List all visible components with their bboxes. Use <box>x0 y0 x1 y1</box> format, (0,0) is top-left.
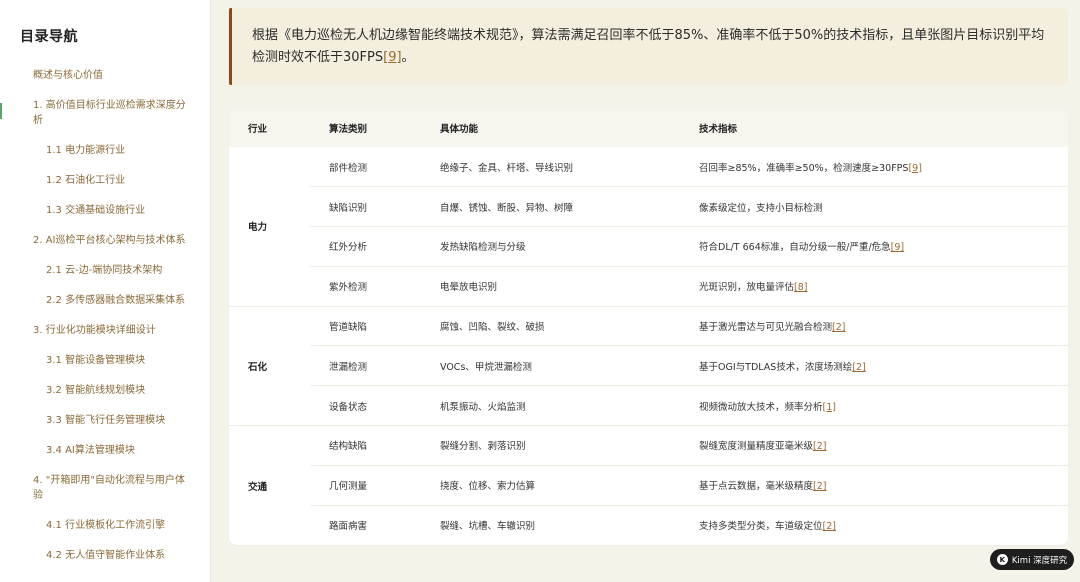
category-cell: 紫外检测 <box>310 266 421 307</box>
callout-quote: 根据《电力巡检无人机边缘智能终端技术规范》，算法需满足召回率不低于85%、准确率… <box>229 8 1068 85</box>
table-row: 泄漏检测 VOCs、甲烷泄漏检测 基于OGI与TDLAS技术，浓度场测绘[2] <box>229 345 1068 387</box>
function-cell: VOCs、甲烷泄漏检测 <box>421 345 680 387</box>
spec-text: 视频微动放大技术，频率分析 <box>699 401 823 413</box>
function-cell: 电晕放电识别 <box>421 266 680 307</box>
industry-cell: 交通 <box>248 481 268 493</box>
table-row: 路面病害 裂缝、坑槽、车辙识别 支持多类型分类，车道级定位[2] <box>229 505 1068 545</box>
citation-link[interactable]: [8] <box>794 282 807 293</box>
table-row: 设备状态 机泵振动、火焰监测 视频微动放大技术，频率分析[1] <box>229 385 1068 427</box>
toc-item[interactable]: 2.1 云-边-端协同技术架构 <box>20 263 210 278</box>
algorithm-table-card: 行业 算法类别 具体功能 技术指标 电力 部件检测 绝缘子、金具、杆塔、导线识别 召回… <box>229 109 1068 545</box>
callout-text: 根据《电力巡检无人机边缘智能终端技术规范》，算法需满足召回率不低于85%、准确率… <box>252 28 1045 65</box>
spec-text: 基于OGI与TDLAS技术，浓度场测绘 <box>699 361 853 373</box>
category-cell: 设备状态 <box>310 385 421 427</box>
citation-link[interactable]: [2] <box>813 481 826 492</box>
spec-cell: 基于OGI与TDLAS技术，浓度场测绘[2] <box>680 345 1068 387</box>
spec-text: 光斑识别，放电量评估 <box>699 282 795 294</box>
toc-item[interactable]: 概述与核心价值 <box>20 68 210 83</box>
callout-citation-link[interactable]: [9] <box>383 50 401 65</box>
table-row: 紫外检测 电晕放电识别 光斑识别，放电量评估[8] <box>229 266 1068 307</box>
toc-item[interactable]: 1. 高价值目标行业巡检需求深度分析 <box>20 98 210 128</box>
table-body: 电力 部件检测 绝缘子、金具、杆塔、导线识别 召回率≥85%，准确率≥50%，检测速度… <box>229 147 1068 545</box>
category-cell: 缺陷识别 <box>310 186 421 228</box>
table-row: 交通 结构缺陷 裂缝分割、剥落识别 裂缝宽度测量精度亚毫米级[2] <box>229 425 1068 493</box>
header-category: 算法类别 <box>310 109 421 147</box>
function-cell: 腐蚀、凹陷、裂纹、破损 <box>421 306 680 347</box>
function-cell: 裂缝、坑槽、车辙识别 <box>440 521 536 533</box>
spec-cell: 基于点云数据，毫米级精度[2] <box>680 465 1068 506</box>
citation-link[interactable]: [2] <box>823 521 836 532</box>
spec-cell: 符合DL/T 664标准，自动分级一般/严重/危急[9] <box>680 226 1068 267</box>
function-cell: 裂缝分割、剥落识别 <box>421 425 680 466</box>
toc-item[interactable]: 3.4 AI算法管理模块 <box>20 443 210 458</box>
badge-label: Kimi 深度研究 <box>1011 555 1068 566</box>
header-industry: 行业 <box>229 109 310 147</box>
table-row: 石化 管道缺陷 腐蚀、凹陷、裂纹、破损 基于激光雷达与可见光融合检测[2] <box>229 306 1068 427</box>
callout-tail: 。 <box>401 50 415 65</box>
toc-item[interactable]: 3.3 智能飞行任务管理模块 <box>20 413 210 428</box>
function-cell: 机泵振动、火焰监测 <box>421 385 680 427</box>
spec-text: 裂缝宽度测量精度亚毫米级 <box>699 441 814 453</box>
citation-link[interactable]: [9] <box>891 242 904 253</box>
category-cell: 红外分析 <box>310 226 421 267</box>
citation-link[interactable]: [1] <box>823 402 836 413</box>
toc-item[interactable]: 4.2 无人值守智能作业体系 <box>20 548 210 563</box>
toc-item[interactable]: 2.2 多传感器融合数据采集体系 <box>20 293 210 308</box>
function-cell: 自爆、锈蚀、断股、异物、树障 <box>421 186 680 228</box>
category-cell: 结构缺陷 <box>310 425 421 466</box>
spec-text: 基于激光雷达与可见光融合检测 <box>699 322 833 334</box>
spec-cell: 基于激光雷达与可见光融合检测[2] <box>680 306 1068 347</box>
industry-cell: 电力 <box>229 147 310 307</box>
table-row: 几何测量 挠度、位移、索力估算 基于点云数据，毫米级精度[2] <box>229 465 1068 506</box>
category-cell: 部件检测 <box>310 147 421 188</box>
table-row: 缺陷识别 自爆、锈蚀、断股、异物、树障 像素级定位，支持小目标检测 <box>229 186 1068 228</box>
kimi-research-badge[interactable]: K Kimi 深度研究 <box>990 549 1074 570</box>
spec-text: 支持多类型分类，车道级定位 <box>699 521 823 533</box>
spec-text: 符合DL/T 664标准，自动分级一般/严重/危急 <box>699 242 891 254</box>
function-cell: 挠度、位移、索力估算 <box>421 465 680 506</box>
table-header-row: 行业 算法类别 具体功能 技术指标 <box>229 109 1068 147</box>
toc-item[interactable]: 1.2 石油化工行业 <box>20 173 210 188</box>
spec-cell: 召回率≥85%，准确率≥50%，检测速度≥30FPS[9] <box>680 147 1068 188</box>
toc-item[interactable]: 4.1 行业模板化工作流引擎 <box>20 518 210 533</box>
spec-text: 像素级定位，支持小目标检测 <box>699 202 823 214</box>
citation-link[interactable]: [2] <box>813 441 826 452</box>
category-cell: 管道缺陷 <box>310 306 421 347</box>
toc-list: 概述与核心价值 1. 高价值目标行业巡检需求深度分析 1.1 电力能源行业 1.2 石… <box>20 68 210 563</box>
citation-link[interactable]: [2] <box>852 362 865 373</box>
sidebar-active-indicator <box>0 103 2 119</box>
spec-cell: 支持多类型分类，车道级定位[2] <box>680 505 1068 545</box>
table-row: 电力 部件检测 绝缘子、金具、杆塔、导线识别 召回率≥85%，准确率≥50%，检测速度… <box>229 147 1068 307</box>
spec-cell: 光斑识别，放电量评估[8] <box>680 266 1068 307</box>
toc-item[interactable]: 1.3 交通基础设施行业 <box>20 203 210 218</box>
function-cell: 绝缘子、金具、杆塔、导线识别 <box>421 147 680 188</box>
table-row: 红外分析 发热缺陷检测与分级 符合DL/T 664标准，自动分级一般/严重/危急[9… <box>229 226 1068 267</box>
toc-item[interactable]: 1.1 电力能源行业 <box>20 143 210 158</box>
sidebar-toc: 目录导航 概述与核心价值 1. 高价值目标行业巡检需求深度分析 1.1 电力能源行业… <box>0 0 211 582</box>
citation-link[interactable]: [2] <box>832 322 845 333</box>
header-function: 具体功能 <box>421 109 680 147</box>
industry-cell: 石化 <box>229 306 310 427</box>
spec-cell: 像素级定位，支持小目标检测 <box>680 186 1068 228</box>
category-cell: 路面病害 <box>329 521 368 533</box>
kimi-logo-icon: K <box>996 554 1008 565</box>
algorithm-table: 行业 算法类别 具体功能 技术指标 电力 部件检测 绝缘子、金具、杆塔、导线识别 召回… <box>229 109 1068 545</box>
toc-item[interactable]: 3. 行业化功能模块详细设计 <box>20 323 210 338</box>
sidebar-title: 目录导航 <box>20 29 78 45</box>
toc-item[interactable]: 2. AI巡检平台核心架构与技术体系 <box>20 233 210 248</box>
spec-cell: 视频微动放大技术，频率分析[1] <box>680 385 1068 427</box>
spec-cell: 裂缝宽度测量精度亚毫米级[2] <box>680 425 1068 466</box>
function-cell: 发热缺陷检测与分级 <box>421 226 680 267</box>
citation-link[interactable]: [9] <box>908 163 921 174</box>
spec-text: 召回率≥85%，准确率≥50%，检测速度≥30FPS <box>699 162 909 174</box>
toc-item[interactable]: 4. "开箱即用"自动化流程与用户体验 <box>20 473 210 503</box>
toc-item[interactable]: 3.1 智能设备管理模块 <box>20 353 210 368</box>
header-spec: 技术指标 <box>680 109 1068 147</box>
toc-item[interactable]: 3.2 智能航线规划模块 <box>20 383 210 398</box>
category-cell: 几何测量 <box>310 465 421 506</box>
spec-text: 基于点云数据，毫米级精度 <box>699 481 814 493</box>
category-cell: 泄漏检测 <box>310 345 421 387</box>
